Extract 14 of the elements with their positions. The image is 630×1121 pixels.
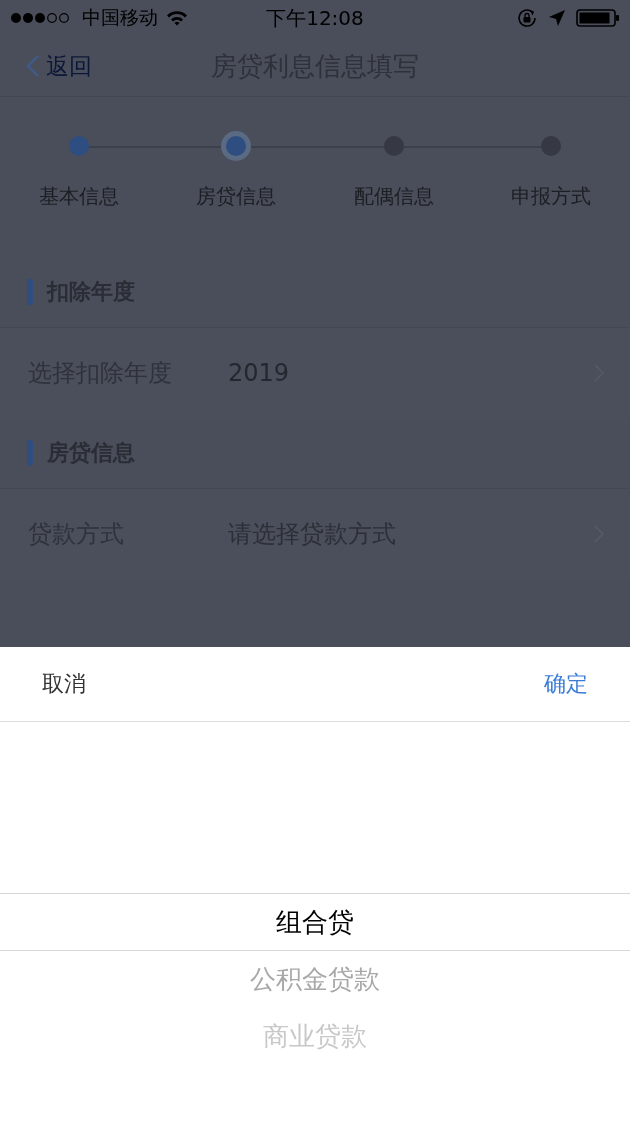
confirm-button[interactable]: 确定 [542, 665, 590, 703]
section-marker [27, 440, 33, 466]
battery-icon [576, 8, 620, 28]
carrier-name: 中国移动 [82, 5, 158, 30]
cancel-button[interactable]: 取消 [40, 665, 88, 703]
wifi-icon [166, 10, 188, 26]
section-marker [27, 279, 33, 305]
back-chevron-icon [26, 54, 40, 78]
location-arrow-icon [548, 9, 566, 27]
picker-option[interactable]: 公积金贷款 [250, 951, 380, 1008]
picker-option[interactable]: 组合贷 [276, 894, 354, 951]
rotation-lock-icon [516, 8, 538, 28]
status-time: 下午12:08 [266, 4, 364, 32]
back-button[interactable]: 返回 [26, 50, 92, 82]
